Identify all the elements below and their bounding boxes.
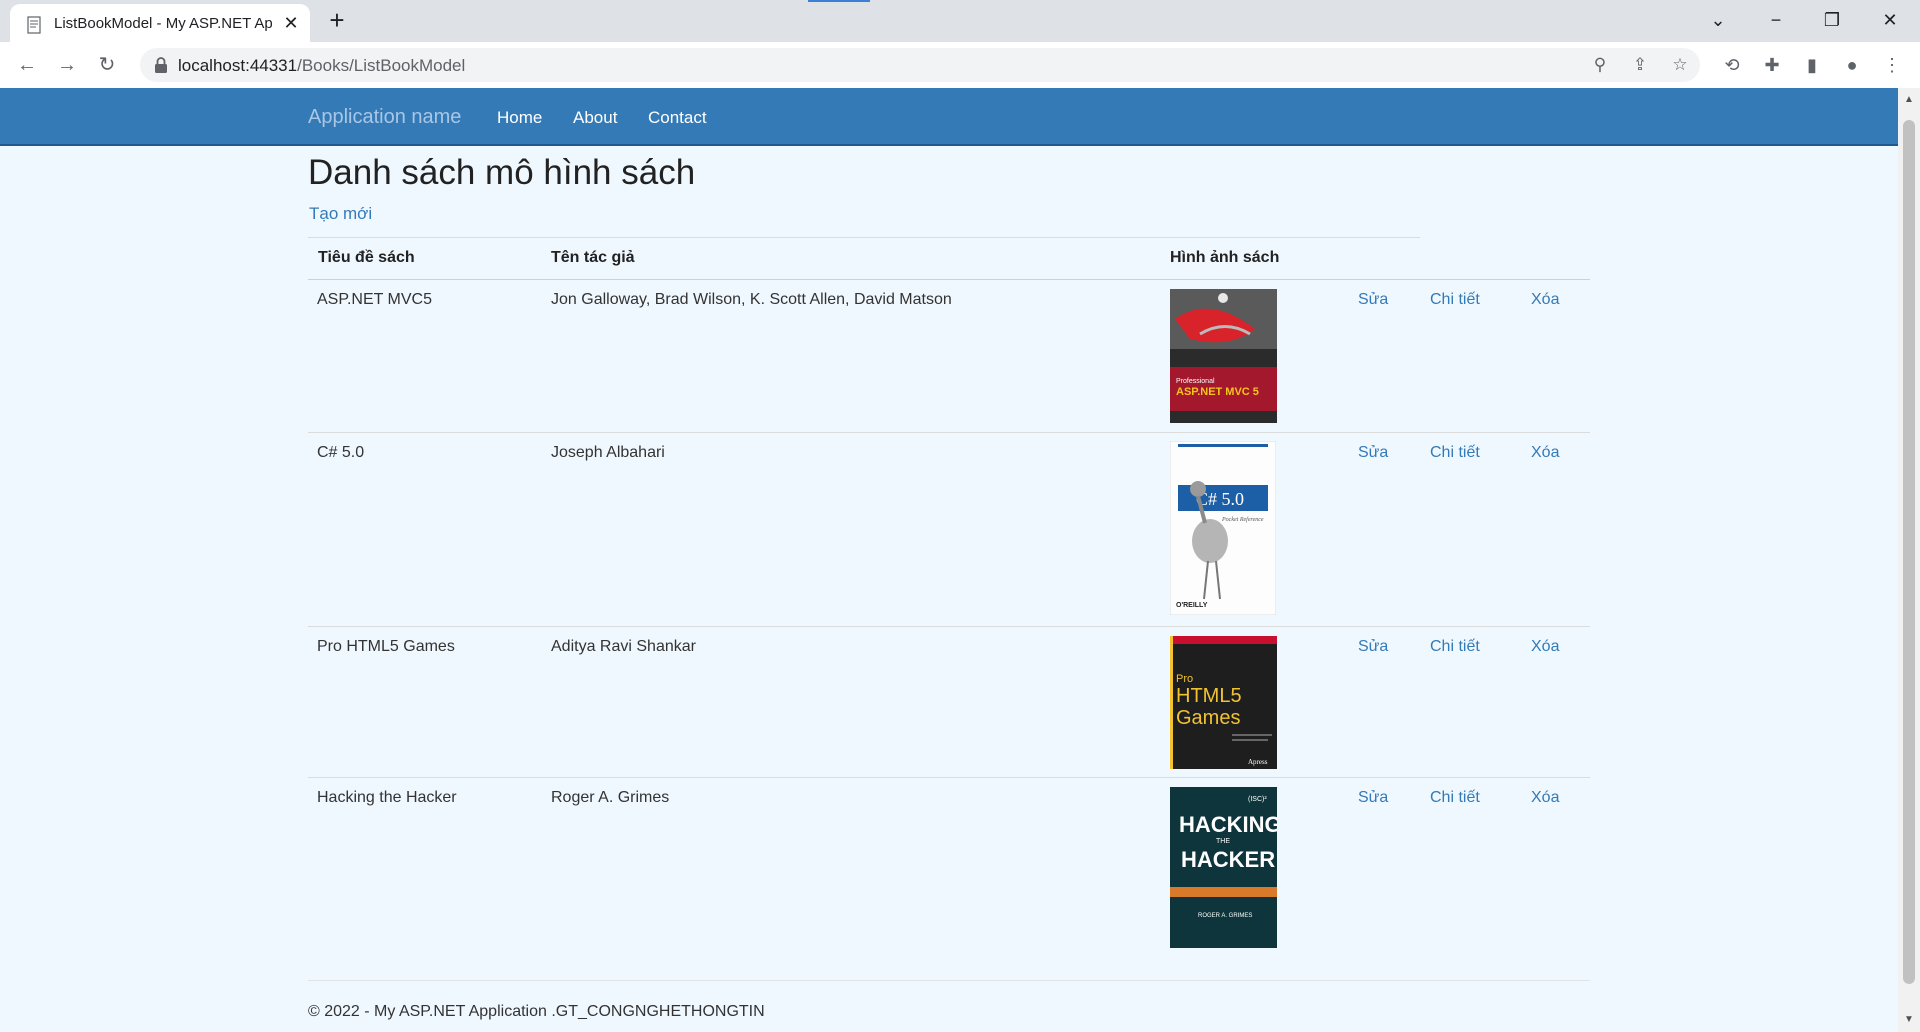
row-1-title: ASP.NET MVC5 [317,291,433,308]
book-cover-aspnet-mvc5: Professional ASP.NET MVC 5 [1170,289,1277,423]
profile-icon[interactable]: ● [1840,53,1864,77]
footer-divider [308,980,1590,981]
svg-text:Pro: Pro [1176,673,1193,685]
row-2-author: Joseph Albahari [551,444,665,461]
svg-text:HACKING: HACKING [1179,812,1277,837]
url-text[interactable]: localhost:44331/Books/ListBookModel [178,56,465,76]
extension-sync-icon[interactable]: ⟲ [1720,53,1744,77]
new-tab-icon[interactable]: + [324,7,350,34]
page-icon [27,16,41,34]
side-panel-icon[interactable]: ▮ [1800,53,1824,77]
close-tab-icon[interactable]: ✕ [280,12,302,34]
row-1-author: Jon Galloway, Brad Wilson, K. Scott Alle… [551,291,952,308]
row-2-edit-link[interactable]: Sửa [1358,444,1388,462]
svg-text:Apress: Apress [1248,758,1268,766]
row-2-details-link[interactable]: Chi tiết [1430,444,1480,462]
navbar-brand[interactable]: Application name [308,106,461,129]
row-2-delete-link[interactable]: Xóa [1531,444,1559,462]
row-divider [308,626,1590,627]
share-icon[interactable]: ⇪ [1628,53,1652,77]
page-scrollbar[interactable]: ▲ ▼ [1898,88,1920,1032]
footer-text: © 2022 - My ASP.NET Application .GT_CONG… [308,1003,765,1020]
row-1-edit-link[interactable]: Sửa [1358,291,1388,309]
loading-indicator [808,0,870,2]
table-top-border [308,237,1420,238]
page-title: Danh sách mô hình sách [308,153,696,192]
tab-search-icon[interactable]: ⌄ [1698,6,1738,34]
header-bottom-border [308,279,1590,280]
address-bar[interactable]: localhost:44331/Books/ListBookModel ⚲ ⇪ … [140,48,1700,82]
nav-home[interactable]: Home [497,108,542,128]
tab-title: ListBookModel - My ASP.NET Ap [54,15,273,32]
nav-about[interactable]: About [573,108,617,128]
row-divider [308,777,1590,778]
svg-text:HACKER: HACKER [1181,847,1275,872]
row-4-edit-link[interactable]: Sửa [1358,789,1388,807]
forward-icon[interactable]: → [53,51,81,79]
row-3-author: Aditya Ravi Shankar [551,638,696,655]
more-icon[interactable]: ⋮ [1880,53,1904,77]
reload-icon[interactable]: ↻ [93,51,121,79]
svg-text:ROGER A. GRIMES: ROGER A. GRIMES [1198,913,1252,919]
row-4-details-link[interactable]: Chi tiết [1430,789,1480,807]
book-cover-hacking-the-hacker: (ISC)² HACKING THE HACKER ROGER A. GRIME… [1170,787,1277,948]
create-new-link[interactable]: Tạo mới [309,204,372,224]
row-2-title: C# 5.0 [317,444,365,461]
nav-contact[interactable]: Contact [648,108,707,128]
browser-tab[interactable]: ListBookModel - My ASP.NET Ap ✕ [10,4,310,42]
svg-text:THE: THE [1216,838,1230,845]
site-navbar: Application name Home About Contact [0,88,1898,146]
svg-text:Professional: Professional [1176,378,1215,385]
row-4-author: Roger A. Grimes [551,789,670,806]
row-divider [308,432,1590,433]
row-3-delete-link[interactable]: Xóa [1531,638,1559,656]
svg-text:Games: Games [1176,707,1240,729]
star-icon[interactable]: ☆ [1668,53,1692,77]
row-1-details-link[interactable]: Chi tiết [1430,291,1480,309]
book-cover-pro-html5-games: Pro HTML5 Games Apress [1170,636,1277,769]
row-1-delete-link[interactable]: Xóa [1531,291,1559,309]
header-author: Tên tác giả [551,249,635,266]
row-4-delete-link[interactable]: Xóa [1531,789,1559,807]
svg-text:Pocket Reference: Pocket Reference [1221,516,1264,523]
header-image: Hình ảnh sách [1170,249,1280,266]
scroll-up-icon[interactable]: ▲ [1903,94,1915,106]
row-3-details-link[interactable]: Chi tiết [1430,638,1480,656]
scroll-down-icon[interactable]: ▼ [1903,1014,1915,1026]
window-close-icon[interactable]: ✕ [1870,6,1910,34]
minimize-icon[interactable]: − [1756,6,1796,34]
svg-text:O'REILLY: O'REILLY [1176,602,1208,609]
svg-text:(ISC)²: (ISC)² [1248,796,1267,803]
lock-icon [155,57,167,73]
row-3-title: Pro HTML5 Games [317,638,455,655]
puzzle-icon[interactable]: ✚ [1760,53,1784,77]
browser-tab-bar: ListBookModel - My ASP.NET Ap ✕ + ⌄ − ❐ … [0,0,1920,42]
browser-toolbar: ← → ↻ localhost:44331/Books/ListBookMode… [0,42,1920,88]
back-icon[interactable]: ← [13,51,41,79]
restore-icon[interactable]: ❐ [1812,6,1852,34]
row-4-title: Hacking the Hacker [317,789,457,806]
zoom-icon[interactable]: ⚲ [1588,53,1612,77]
scroll-thumb[interactable] [1903,120,1915,984]
row-3-edit-link[interactable]: Sửa [1358,638,1388,656]
svg-text:HTML5: HTML5 [1176,685,1242,707]
book-cover-csharp-5: C# 5.0 Pocket Reference O'REILLY [1170,441,1276,615]
header-title: Tiêu đề sách [318,249,415,266]
svg-text:ASP.NET MVC 5: ASP.NET MVC 5 [1176,386,1259,398]
